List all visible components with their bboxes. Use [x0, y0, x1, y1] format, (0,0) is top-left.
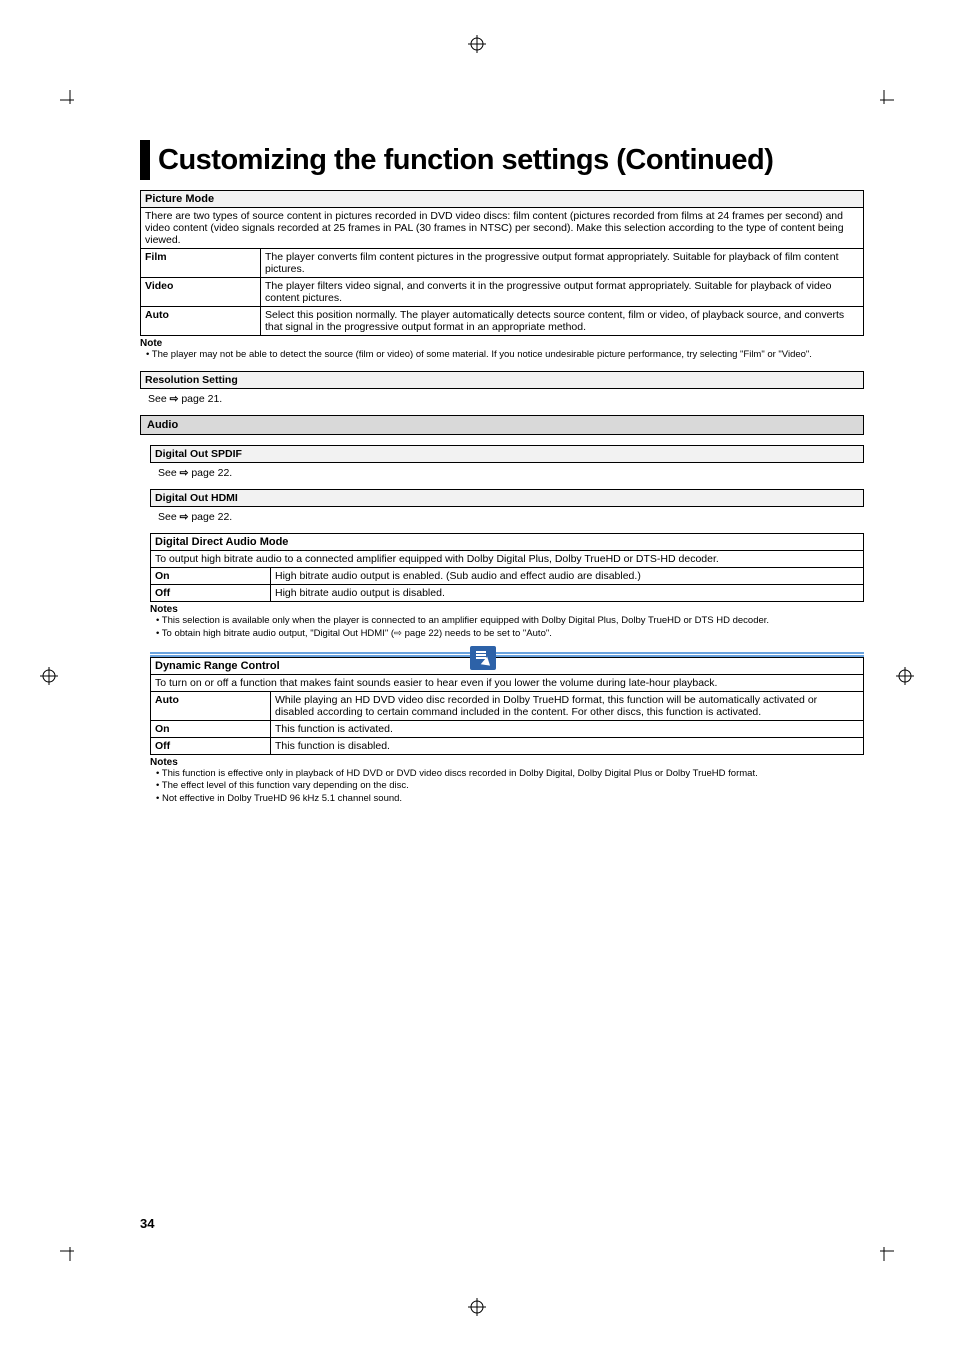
option-text: The player filters video signal, and con…: [261, 278, 864, 307]
page-title: Customizing the function settings (Conti…: [158, 144, 773, 177]
option-text: High bitrate audio output is disabled.: [271, 585, 864, 602]
option-text: Select this position normally. The playe…: [261, 307, 864, 336]
note-heading: Note: [140, 338, 864, 349]
note-item: Not effective in Dolby TrueHD 96 kHz 5.1…: [156, 793, 864, 805]
picture-mode-header: Picture Mode: [141, 191, 864, 208]
option-text: While playing an HD DVD video disc recor…: [271, 692, 864, 721]
resolution-see: See ⇨ page 21.: [148, 393, 864, 405]
note-heading: Notes: [150, 604, 864, 615]
option-text: High bitrate audio output is enabled. (S…: [271, 568, 864, 585]
crop-mark-bottom-left: [60, 1241, 80, 1261]
page-number: 34: [140, 1216, 154, 1231]
note-item: This selection is available only when th…: [156, 615, 864, 627]
picture-mode-description: There are two types of source content in…: [141, 208, 864, 249]
option-label: On: [151, 568, 271, 585]
ddam-description: To output high bitrate audio to a connec…: [151, 551, 864, 568]
registration-left: [40, 667, 58, 685]
registration-right: [896, 667, 914, 685]
option-text: The player converts film content picture…: [261, 249, 864, 278]
audio-category: Audio: [140, 415, 864, 435]
option-label: Off: [151, 585, 271, 602]
ddam-header: Digital Direct Audio Mode: [151, 534, 864, 551]
hdmi-see: See ⇨ page 22.: [158, 511, 864, 523]
option-label: Auto: [151, 692, 271, 721]
option-label: On: [151, 721, 271, 738]
drc-stripe: [150, 652, 864, 654]
drc-description: To turn on or off a function that makes …: [151, 675, 864, 692]
note-heading: Notes: [150, 757, 864, 768]
option-label: Video: [141, 278, 261, 307]
note-item: The player may not be able to detect the…: [146, 349, 864, 361]
drc-header: Dynamic Range Control: [151, 658, 864, 675]
note-item: The effect level of this function vary d…: [156, 780, 864, 792]
crop-mark-bottom-right: [874, 1241, 894, 1261]
crop-mark-top-right: [874, 90, 894, 110]
crop-mark-top-left: [60, 90, 80, 110]
resolution-header: Resolution Setting: [140, 371, 864, 389]
spdif-see: See ⇨ page 22.: [158, 467, 864, 479]
note-icon: [470, 646, 496, 670]
registration-top: [468, 35, 486, 53]
option-text: This function is activated.: [271, 721, 864, 738]
spdif-header: Digital Out SPDIF: [150, 445, 864, 463]
option-label: Film: [141, 249, 261, 278]
title-accent-bar: [140, 140, 150, 180]
registration-bottom: [468, 1298, 486, 1316]
option-label: Off: [151, 738, 271, 755]
hdmi-header: Digital Out HDMI: [150, 489, 864, 507]
option-text: This function is disabled.: [271, 738, 864, 755]
note-item: To obtain high bitrate audio output, "Di…: [156, 628, 864, 640]
note-item: This function is effective only in playb…: [156, 768, 864, 780]
option-label: Auto: [141, 307, 261, 336]
